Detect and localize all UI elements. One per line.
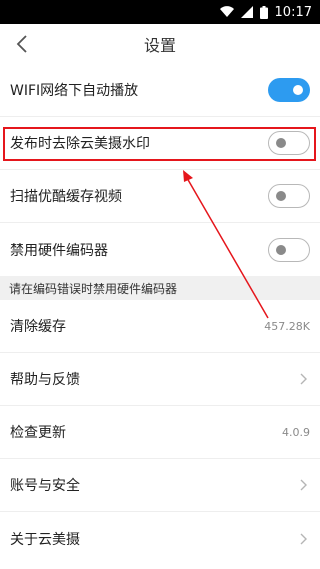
setting-help-feedback[interactable]: 帮助与反馈 bbox=[0, 353, 320, 406]
setting-about[interactable]: 关于云美摄 bbox=[0, 512, 320, 565]
cache-size-value: 457.28K bbox=[264, 319, 310, 333]
signal-icon bbox=[240, 6, 253, 18]
setting-disable-hw-encoder: 禁用硬件编码器 bbox=[0, 223, 320, 276]
remove-watermark-toggle[interactable] bbox=[268, 131, 310, 155]
toggle-knob bbox=[276, 191, 286, 201]
setting-scan-youku: 扫描优酷缓存视频 bbox=[0, 170, 320, 223]
setting-label: 关于云美摄 bbox=[10, 531, 80, 548]
setting-check-update[interactable]: 检查更新 4.0.9 bbox=[0, 406, 320, 459]
chevron-left-icon bbox=[16, 35, 27, 53]
title-bar: 设置 bbox=[0, 24, 320, 64]
scan-youku-toggle[interactable] bbox=[268, 184, 310, 208]
toggle-knob bbox=[276, 138, 286, 148]
version-value: 4.0.9 bbox=[282, 425, 310, 439]
chevron-right-icon bbox=[300, 532, 310, 546]
battery-icon bbox=[259, 5, 268, 19]
status-time: 10:17 bbox=[274, 4, 312, 20]
toggle-knob bbox=[276, 244, 286, 255]
setting-label: 禁用硬件编码器 bbox=[10, 242, 108, 259]
back-button[interactable] bbox=[8, 24, 36, 64]
setting-label: WIFI网络下自动播放 bbox=[10, 83, 139, 99]
setting-label: 帮助与反馈 bbox=[10, 372, 80, 388]
status-bar: 10:17 bbox=[0, 0, 320, 24]
chevron-right-icon bbox=[300, 372, 310, 386]
wifi-autoplay-toggle[interactable] bbox=[268, 78, 310, 102]
setting-label: 清除缓存 bbox=[10, 319, 66, 335]
wifi-icon bbox=[219, 6, 234, 18]
setting-label: 账号与安全 bbox=[10, 478, 80, 494]
setting-label: 扫描优酷缓存视频 bbox=[10, 189, 122, 205]
setting-clear-cache[interactable]: 清除缓存 457.28K bbox=[0, 300, 320, 353]
chevron-right-icon bbox=[300, 478, 310, 492]
settings-list: WIFI网络下自动播放 发布时去除云美摄水印 扫描优酷缓存视频 禁用硬件编码器 … bbox=[0, 64, 320, 565]
toggle-knob bbox=[293, 85, 303, 95]
disable-hw-encoder-toggle[interactable] bbox=[268, 237, 310, 262]
page-title: 设置 bbox=[143, 36, 176, 55]
setting-remove-watermark: 发布时去除云美摄水印 bbox=[0, 117, 320, 170]
encoder-hint: 请在编码错误时禁用硬件编码器 bbox=[0, 276, 320, 300]
setting-label: 检查更新 bbox=[10, 425, 66, 441]
setting-wifi-autoplay: WIFI网络下自动播放 bbox=[0, 64, 320, 117]
setting-label: 发布时去除云美摄水印 bbox=[10, 136, 150, 152]
setting-account-security[interactable]: 账号与安全 bbox=[0, 459, 320, 512]
